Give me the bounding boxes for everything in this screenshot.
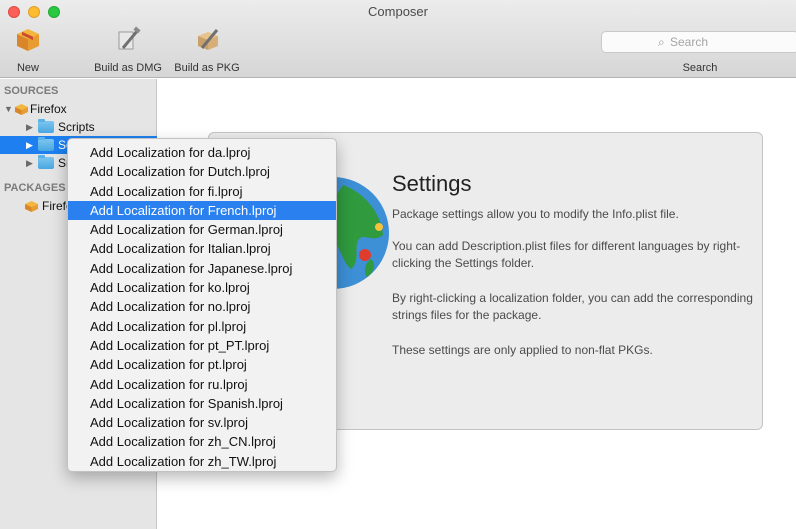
settings-title: Settings [392, 171, 472, 196]
menu-item-add-localization[interactable]: Add Localization for ko.lproj [68, 278, 336, 297]
source-firefox[interactable]: ▼ Firefox [0, 100, 157, 118]
search-input[interactable] [670, 34, 790, 50]
disclosure-expanded-icon[interactable]: ▼ [4, 104, 13, 114]
menu-item-add-localization[interactable]: Add Localization for zh_TW.lproj [68, 452, 336, 471]
folder-icon [38, 155, 54, 169]
package-box-icon [17, 29, 39, 51]
composer-window: Composer New Build as DMG Build as PKG ⌕… [0, 0, 796, 529]
menu-item-add-localization[interactable]: Add Localization for zh_CN.lproj [68, 432, 336, 451]
menu-item-add-localization[interactable]: Add Localization for sv.lproj [68, 413, 336, 432]
menu-item-add-localization[interactable]: Add Localization for Dutch.lproj [68, 162, 336, 181]
menu-item-add-localization[interactable]: Add Localization for no.lproj [68, 297, 336, 316]
sidebar-item-scripts[interactable]: ▶ Scripts [0, 118, 157, 136]
menu-item-add-localization[interactable]: Add Localization for pt.lproj [68, 355, 336, 374]
settings-paragraph: Package settings allow you to modify the… [392, 207, 679, 221]
menu-item-add-localization[interactable]: Add Localization for Italian.lproj [68, 239, 336, 258]
search-icon: ⌕ [658, 35, 665, 49]
menu-item-add-localization[interactable]: Add Localization for Japanese.lproj [68, 259, 336, 278]
menu-item-add-localization[interactable]: Add Localization for da.lproj [68, 143, 336, 162]
search-field[interactable]: ⌕ [601, 31, 796, 53]
build-dmg-icon [118, 26, 141, 50]
build-as-dmg-button[interactable]: Build as DMG [92, 22, 164, 76]
menu-item-add-localization[interactable]: Add Localization for Spanish.lproj [68, 394, 336, 413]
build-pkg-label: Build as PKG [174, 62, 240, 74]
build-dmg-label: Build as DMG [94, 62, 162, 74]
settings-paragraph: By right-clicking a localization folder,… [392, 291, 753, 322]
new-button[interactable]: New [8, 22, 48, 76]
menu-item-add-localization[interactable]: Add Localization for German.lproj [68, 220, 336, 239]
menu-item-add-localization[interactable]: Add Localization for French.lproj [68, 200, 336, 221]
menu-item-add-localization[interactable]: Add Localization for fi.lproj [68, 182, 336, 201]
package-box-icon [15, 104, 28, 115]
context-menu: Add Localization for da.lproj Add Localiz… [67, 138, 337, 472]
packages-header: PACKAGES [4, 182, 66, 194]
search-toolbar-label: Search [682, 62, 718, 74]
folder-icon [38, 119, 54, 133]
new-label: New [16, 62, 39, 74]
package-box-icon [25, 201, 38, 212]
build-as-pkg-button[interactable]: Build as PKG [172, 22, 242, 76]
disclosure-collapsed-icon[interactable]: ▶ [26, 122, 33, 133]
folder-icon [38, 137, 54, 151]
settings-paragraph: You can add Description.plist files for … [392, 239, 741, 270]
disclosure-collapsed-icon[interactable]: ▶ [26, 158, 33, 169]
window-title: Composer [368, 4, 428, 19]
sidebar-item-label: Scripts [58, 120, 95, 134]
source-name: Firefox [30, 102, 67, 116]
disclosure-collapsed-icon[interactable]: ▶ [26, 140, 33, 151]
title-bar: Composer New Build as DMG Build as PKG ⌕… [0, 0, 796, 78]
menu-item-add-localization[interactable]: Add Localization for pt_PT.lproj [68, 336, 336, 355]
build-pkg-icon [198, 29, 219, 50]
settings-paragraph: These settings are only applied to non-f… [392, 343, 653, 357]
sources-header: SOURCES [4, 85, 59, 97]
menu-item-add-localization[interactable]: Add Localization for ru.lproj [68, 375, 336, 394]
menu-item-add-localization[interactable]: Add Localization for pl.lproj [68, 317, 336, 336]
